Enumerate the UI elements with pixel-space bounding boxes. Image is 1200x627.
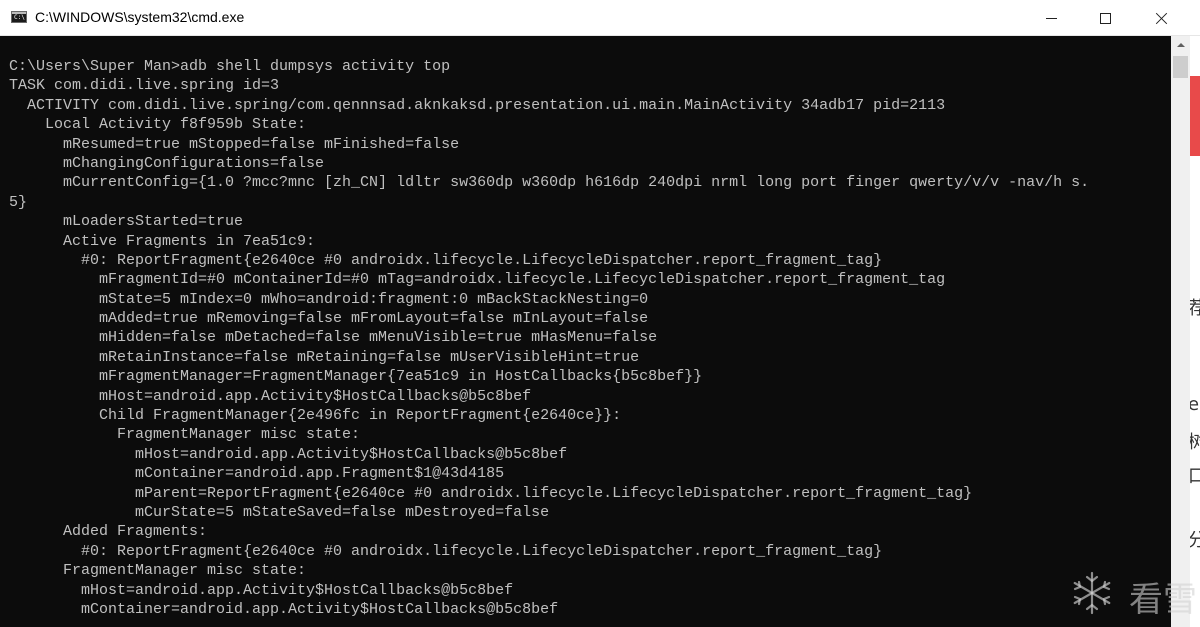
console-line: FragmentManager misc state: [9,426,361,444]
cmd-window: C:\ C:\WINDOWS\system32\cmd.exe C:\Users… [0,0,1200,627]
console-output-area[interactable]: C:\Users\Super Man>adb shell dumpsys act… [0,36,1171,627]
console-line: mCurrentConfig={1.0 ?mcc?mnc [zh_CN] ldl… [9,174,1090,192]
console-line: mRetainInstance=false mRetaining=false m… [9,348,640,366]
console-line: TASK com.didi.live.spring id=3 [9,77,280,95]
console-text: C:\Users\Super Man>adb shell dumpsys act… [9,57,1089,619]
console-line: mHost=android.app.Activity$HostCallbacks… [9,387,532,405]
console-line: #0: ReportFragment{e2640ce #0 androidx.l… [9,251,883,269]
close-button[interactable] [1139,0,1185,36]
maximize-button[interactable] [1082,0,1128,36]
scroll-up-button[interactable] [1171,36,1190,54]
console-line: mLoadersStarted=true [9,213,244,231]
minimize-button[interactable] [1028,0,1074,36]
maximize-icon [1099,12,1111,24]
console-line: #0: ReportFragment{e2640ce #0 androidx.l… [9,542,883,560]
console-line: mAdded=true mRemoving=false mFromLayout=… [9,310,649,328]
background-image-fragment [1190,76,1200,156]
title-bar[interactable]: C:\ C:\WINDOWS\system32\cmd.exe [0,0,1200,36]
background-text: 树 [1190,432,1200,453]
console-line: mFragmentManager=FragmentManager{7ea51c9… [9,368,703,386]
window-title: C:\WINDOWS\system32\cmd.exe [35,9,245,25]
vertical-scrollbar[interactable] [1171,36,1190,627]
console-line: mCurState=5 mStateSaved=false mDestroyed… [9,503,550,521]
console-line: mResumed=true mStopped=false mFinished=f… [9,135,460,153]
background-text: 荐 [1190,298,1200,319]
minimize-icon [1045,17,1057,19]
chevron-up-icon [1176,43,1185,47]
console-line: 5} [9,193,28,211]
console-line: Active Fragments in 7ea51c9: [9,232,316,250]
console-line: mContainer=android.app.Activity$HostCall… [9,600,559,618]
console-line: mFragmentId=#0 mContainerId=#0 mTag=andr… [9,271,946,289]
console-line: mHost=android.app.Activity$HostCallbacks… [9,445,568,463]
close-icon [1156,12,1168,24]
console-line: Local Activity f8f959b State: [9,116,307,134]
console-line: mParent=ReportFragment{e2640ce #0 androi… [9,484,973,502]
background-text: 分 [1190,530,1200,551]
console-line: mHidden=false mDetached=false mMenuVisib… [9,329,658,347]
background-window-edge: 荐 e 树 口 分 [1190,36,1200,627]
background-text: 口 [1190,466,1200,487]
scroll-thumb[interactable] [1173,56,1188,78]
console-line: ACTIVITY com.didi.live.spring/com.qennns… [9,96,946,114]
app-icon-label: C:\ [14,14,25,21]
cmd-app-icon[interactable]: C:\ [11,11,27,23]
console-line: C:\Users\Super Man>adb shell dumpsys act… [9,58,451,75]
console-line: mChangingConfigurations=false [9,154,325,172]
console-line: FragmentManager misc state: [9,562,307,580]
console-line: Added Fragments: [9,523,208,541]
console-line: mHost=android.app.Activity$HostCallbacks… [9,581,514,599]
console-line: mContainer=android.app.Fragment$1@43d418… [9,465,505,483]
console-line: Child FragmentManager{2e496fc in ReportF… [9,407,622,425]
background-text: e [1190,394,1200,415]
console-line: mState=5 mIndex=0 mWho=android:fragment:… [9,290,649,308]
